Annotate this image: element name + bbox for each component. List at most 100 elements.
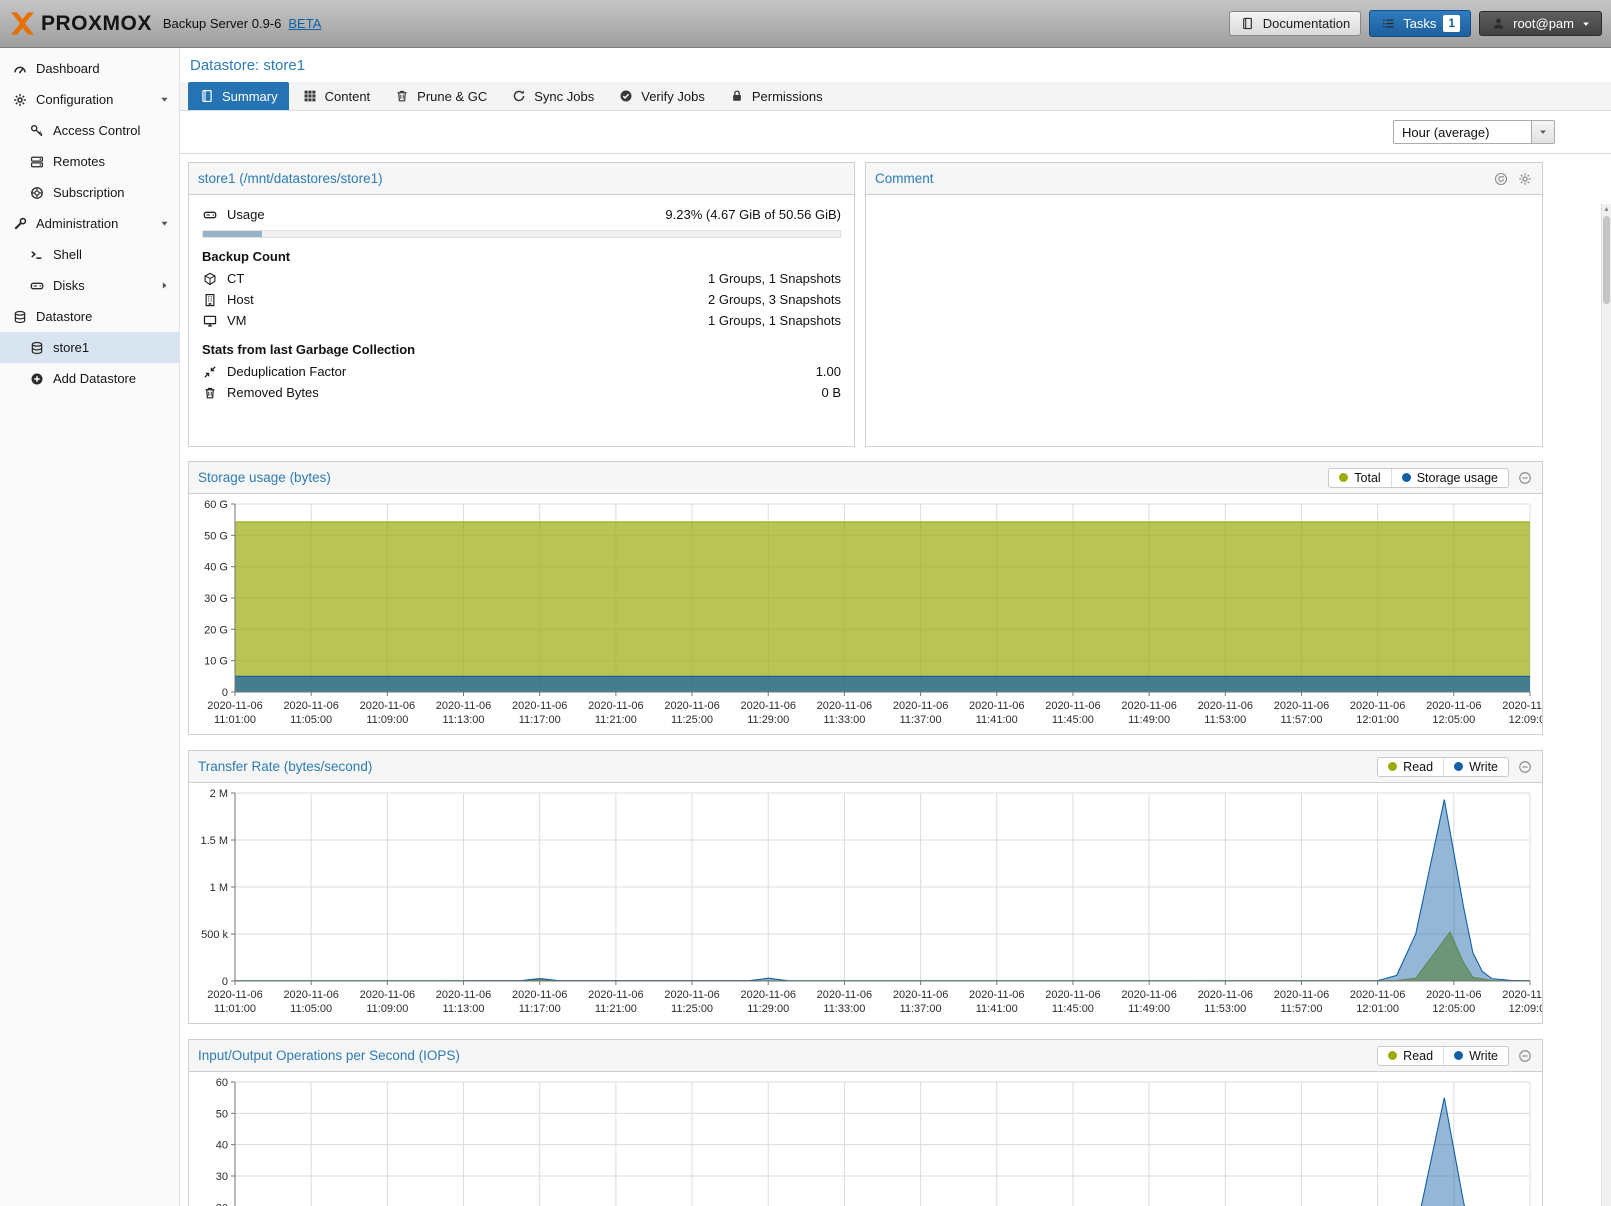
svg-text:11:41:00: 11:41:00 — [976, 714, 1018, 726]
sidebar-item-access-control[interactable]: Access Control — [0, 115, 179, 146]
legend-item-read[interactable]: Read — [1378, 758, 1443, 776]
sidebar-item-label: Dashboard — [36, 61, 100, 76]
svg-text:2020-11-06: 2020-11-06 — [1502, 989, 1542, 1001]
sidebar-item-dashboard[interactable]: Dashboard — [0, 53, 179, 84]
gear-icon[interactable] — [1517, 172, 1533, 186]
svg-text:2020-11-06: 2020-11-06 — [1045, 700, 1100, 712]
svg-text:2020-11-06: 2020-11-06 — [893, 989, 948, 1001]
tab-label: Permissions — [752, 89, 823, 104]
trash-icon — [202, 386, 218, 400]
sidebar-item-configuration[interactable]: Configuration — [0, 84, 179, 115]
scrollbar-thumb[interactable] — [1603, 216, 1610, 304]
sidebar-item-label: Administration — [36, 216, 118, 231]
legend-item-total[interactable]: Total — [1329, 469, 1390, 487]
topbar-actions: Documentation Tasks 1 root@pam — [1229, 10, 1602, 37]
svg-text:11:45:00: 11:45:00 — [1052, 1003, 1094, 1015]
caret-down-icon[interactable] — [159, 218, 170, 229]
tasks-button[interactable]: Tasks 1 — [1369, 10, 1471, 37]
tab-permissions[interactable]: Permissions — [718, 82, 834, 110]
svg-text:2020-11-06: 2020-11-06 — [360, 989, 415, 1001]
svg-text:11:05:00: 11:05:00 — [290, 1003, 332, 1015]
legend-item-write[interactable]: Write — [1443, 1047, 1508, 1065]
sidebar-item-disks[interactable]: Disks — [0, 270, 179, 301]
database-icon — [29, 341, 45, 355]
svg-text:11:53:00: 11:53:00 — [1204, 1003, 1246, 1015]
legend-item-storage-usage[interactable]: Storage usage — [1391, 469, 1508, 487]
legend-item-write[interactable]: Write — [1443, 758, 1508, 776]
gc-stats-rows: Deduplication Factor1.00Removed Bytes0 B — [202, 361, 841, 403]
sidebar-item-subscription[interactable]: Subscription — [0, 177, 179, 208]
caret-right-icon[interactable] — [159, 280, 170, 291]
minus-circle-icon[interactable] — [1517, 1049, 1533, 1063]
svg-text:11:53:00: 11:53:00 — [1204, 714, 1246, 726]
comment-panel: Comment — [865, 162, 1543, 447]
sidebar-item-administration[interactable]: Administration — [0, 208, 179, 239]
hdd-icon — [202, 208, 218, 222]
svg-text:2 M: 2 M — [210, 788, 228, 800]
svg-text:50 G: 50 G — [204, 530, 228, 542]
iops-chart-tools: ReadWrite — [1377, 1046, 1533, 1066]
svg-text:2020-11-06: 2020-11-06 — [664, 700, 719, 712]
beta-link[interactable]: BETA — [288, 16, 321, 31]
storage-chart-header: Storage usage (bytes) TotalStorage usage — [189, 462, 1542, 494]
svg-text:2020-11-06: 2020-11-06 — [283, 700, 338, 712]
svg-text:11:21:00: 11:21:00 — [595, 1003, 637, 1015]
vertical-scrollbar[interactable]: ▲ — [1601, 204, 1611, 1206]
panels-area: store1 (/mnt/datastores/store1) Usage 9.… — [180, 154, 1543, 1206]
sidebar-item-label: store1 — [53, 340, 89, 355]
backup-count-title: Backup Count — [202, 249, 841, 264]
transfer-rate-chart-panel: Transfer Rate (bytes/second) ReadWrite 0… — [188, 750, 1543, 1024]
user-menu-button[interactable]: root@pam — [1479, 11, 1602, 36]
brand-name: PROXMOX — [41, 12, 152, 36]
iops-chart-header: Input/Output Operations per Second (IOPS… — [189, 1040, 1542, 1072]
svg-text:11:17:00: 11:17:00 — [519, 714, 561, 726]
sidebar-item-label: Configuration — [36, 92, 113, 107]
legend-item-read[interactable]: Read — [1378, 1047, 1443, 1065]
tab-sync-jobs[interactable]: Sync Jobs — [500, 82, 605, 110]
tab-content[interactable]: Content — [291, 82, 382, 110]
svg-text:2020-11-06: 2020-11-06 — [1045, 989, 1100, 1001]
stat-row-deduplication-factor: Deduplication Factor1.00 — [202, 361, 841, 382]
book-icon — [1240, 17, 1256, 30]
scrollbar-up-arrow[interactable]: ▲ — [1602, 205, 1611, 215]
reload-circle-icon[interactable] — [1493, 172, 1509, 186]
chevron-down-icon — [1581, 19, 1591, 29]
svg-text:2020-11-06: 2020-11-06 — [817, 700, 872, 712]
sidebar-item-shell[interactable]: Shell — [0, 239, 179, 270]
tab-verify-jobs[interactable]: Verify Jobs — [607, 82, 716, 110]
sidebar-item-remotes[interactable]: Remotes — [0, 146, 179, 177]
sidebar-item-datastore[interactable]: Datastore — [0, 301, 179, 332]
usage-label: Usage — [227, 207, 265, 222]
combobox-trigger[interactable] — [1531, 121, 1554, 143]
svg-text:2020-11-06: 2020-11-06 — [588, 700, 643, 712]
compress-icon — [202, 365, 218, 379]
tab-summary[interactable]: Summary — [188, 82, 289, 110]
minus-circle-icon[interactable] — [1517, 760, 1533, 774]
book-icon — [199, 89, 215, 103]
svg-text:50: 50 — [216, 1108, 228, 1120]
svg-text:2020-11-06: 2020-11-06 — [1121, 700, 1176, 712]
svg-text:2020-11-06: 2020-11-06 — [512, 700, 567, 712]
chevron-down-icon — [1538, 127, 1548, 137]
svg-text:11:25:00: 11:25:00 — [671, 1003, 713, 1015]
minus-circle-icon[interactable] — [1517, 471, 1533, 485]
svg-text:11:21:00: 11:21:00 — [595, 714, 637, 726]
svg-text:1.5 M: 1.5 M — [200, 835, 228, 847]
svg-text:12:05:00: 12:05:00 — [1432, 1003, 1475, 1015]
comment-panel-body[interactable] — [866, 195, 1542, 453]
svg-text:2020-11-06: 2020-11-06 — [817, 989, 872, 1001]
svg-text:11:33:00: 11:33:00 — [823, 714, 865, 726]
tab-prune-gc[interactable]: Prune & GC — [383, 82, 498, 110]
grid-icon — [302, 89, 318, 103]
stat-row-ct: CT1 Groups, 1 Snapshots — [202, 268, 841, 289]
documentation-button[interactable]: Documentation — [1229, 11, 1361, 36]
sidebar-item-store1[interactable]: store1 — [0, 332, 179, 363]
transfer-rate-chart: 0500 k1 M1.5 M2 M2020-11-0611:01:002020-… — [189, 783, 1542, 1023]
legend-dot — [1388, 1051, 1397, 1060]
svg-text:2020-11-06: 2020-11-06 — [1121, 989, 1176, 1001]
svg-text:11:57:00: 11:57:00 — [1280, 1003, 1322, 1015]
timeframe-combobox[interactable]: Hour (average) — [1393, 120, 1555, 144]
caret-down-icon[interactable] — [159, 94, 170, 105]
svg-text:11:05:00: 11:05:00 — [290, 714, 332, 726]
sidebar-item-add-datastore[interactable]: Add Datastore — [0, 363, 179, 394]
